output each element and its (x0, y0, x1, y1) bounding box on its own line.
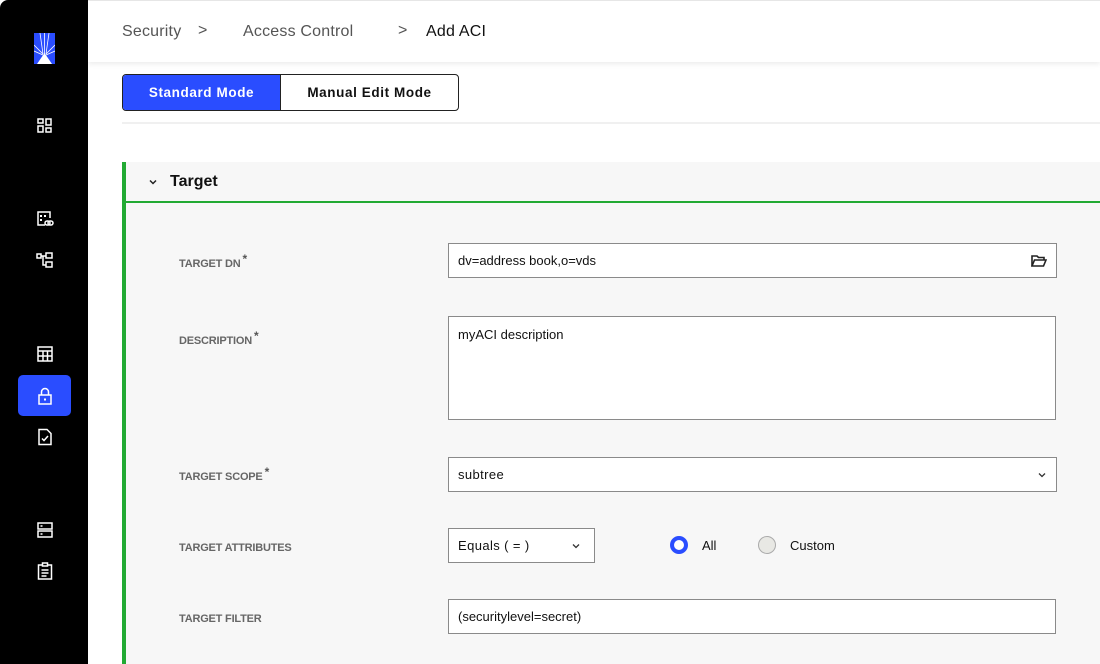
manual-edit-mode-button[interactable]: Manual Edit Mode (281, 75, 458, 110)
radio-selected-indicator[interactable] (670, 536, 688, 554)
sidebar-item-logs[interactable] (18, 550, 71, 591)
lock-icon (37, 387, 52, 405)
target-scope-value: subtree (458, 467, 505, 482)
radio-unselected-indicator[interactable] (758, 536, 776, 554)
operator-value: Equals ( = ) (458, 538, 530, 553)
chevron-down-icon (149, 179, 157, 185)
folder-open-icon[interactable] (1031, 254, 1047, 268)
breadcrumb-security[interactable]: Security (122, 23, 181, 41)
target-filter-label-text: TARGET FILTER (179, 613, 262, 625)
target-panel: Target TARGET DN * dv=address book,o=vds … (122, 162, 1100, 664)
radio-all-label: All (702, 537, 717, 553)
radio-all[interactable]: All (670, 536, 716, 554)
description-textarea[interactable]: myACI description (448, 316, 1056, 420)
target-panel-header[interactable]: Target (126, 162, 1100, 203)
sidebar-item-tables[interactable] (18, 333, 71, 374)
sidebar-item-dashboard[interactable] (18, 105, 71, 146)
breadcrumb-current: Add ACI (426, 23, 487, 40)
standard-mode-button[interactable]: Standard Mode (123, 75, 281, 110)
breadcrumb-separator: > (198, 22, 208, 39)
target-scope-label: TARGET SCOPE * (179, 465, 269, 483)
target-dn-value: dv=address book,o=vds (458, 253, 597, 268)
target-filter-input[interactable]: (securitylevel=secret) (448, 599, 1056, 634)
brand-logo[interactable] (33, 32, 56, 64)
radio-custom[interactable]: Custom (758, 536, 835, 554)
mode-toggle: Standard Mode Manual Edit Mode (122, 74, 459, 111)
target-filter-label: TARGET FILTER (179, 613, 262, 625)
divider (122, 122, 1100, 124)
chevron-down-icon (571, 541, 581, 551)
target-scope-select[interactable]: subtree (448, 457, 1057, 492)
sidebar (0, 0, 88, 664)
sidebar-item-servers[interactable] (18, 509, 71, 550)
description-label: DESCRIPTION * (179, 329, 259, 347)
description-value: myACI description (458, 327, 564, 342)
radio-custom-label: Custom (790, 537, 835, 553)
operator-select[interactable]: Equals ( = ) (448, 528, 595, 563)
directory-link-icon (36, 210, 54, 226)
target-attributes-label: TARGET ATTRIBUTES (179, 542, 292, 554)
required-marker: * (242, 252, 248, 266)
chevron-down-icon (1037, 470, 1047, 480)
description-label-text: DESCRIPTION (179, 335, 252, 347)
sidebar-item-directory[interactable] (18, 198, 71, 239)
target-dn-input[interactable]: dv=address book,o=vds (448, 243, 1057, 278)
breadcrumb-access-control[interactable]: Access Control (243, 23, 353, 41)
target-filter-value: (securitylevel=secret) (458, 609, 582, 624)
server-icon (36, 521, 53, 538)
app: Security > Access Control > Add ACI Stan… (0, 0, 1100, 664)
clipboard-icon (37, 561, 52, 580)
breadcrumb: Security > Access Control > Add ACI (88, 0, 1100, 62)
panel-title: Target (170, 172, 218, 190)
document-check-icon (37, 428, 52, 445)
target-dn-label-text: TARGET DN (179, 258, 241, 270)
table-icon (36, 345, 53, 362)
sidebar-item-compliance[interactable] (18, 416, 71, 457)
hierarchy-icon (35, 251, 53, 268)
required-marker: * (264, 465, 270, 479)
breadcrumb-separator: > (398, 22, 408, 39)
dashboard-icon (36, 117, 52, 133)
target-scope-label-text: TARGET SCOPE (179, 471, 263, 483)
target-dn-label: TARGET DN * (179, 252, 247, 270)
required-marker: * (253, 329, 259, 343)
sidebar-item-hierarchy[interactable] (18, 239, 71, 280)
sidebar-item-security[interactable] (18, 375, 71, 416)
target-attributes-label-text: TARGET ATTRIBUTES (179, 542, 292, 554)
